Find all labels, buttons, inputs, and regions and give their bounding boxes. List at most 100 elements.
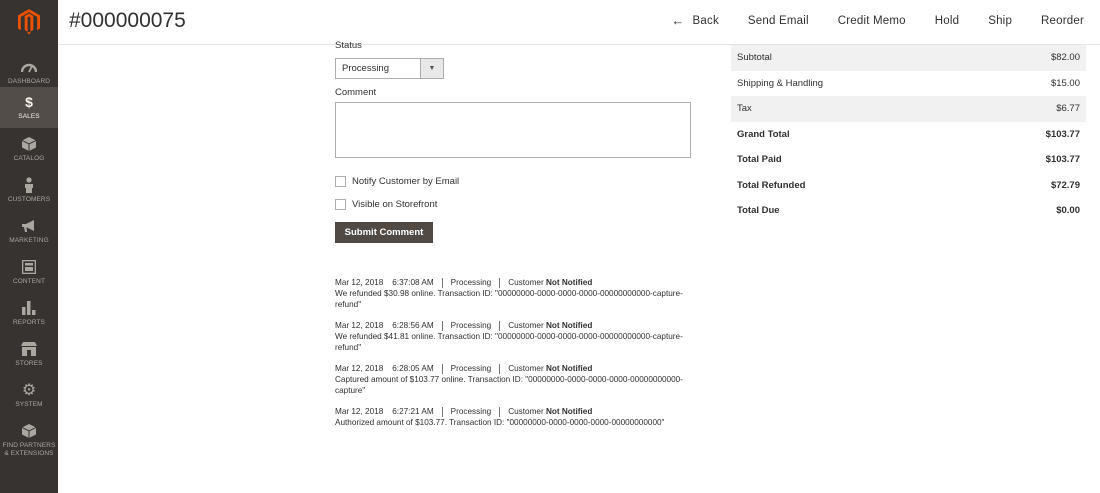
nav-catalog[interactable]: CATALOG xyxy=(0,129,58,170)
totals-value: $15.00 xyxy=(1050,77,1080,89)
comment-textarea[interactable] xyxy=(335,102,691,158)
totals-row-total-due: Total Due $0.00 xyxy=(731,198,1086,224)
totals-row-grand-total: Grand Total $103.77 xyxy=(731,122,1086,148)
notify-customer-checkbox[interactable] xyxy=(335,176,346,187)
history-customer-prefix: Customer xyxy=(508,407,544,416)
notify-customer-label: Notify Customer by Email xyxy=(352,176,460,187)
magento-logo-icon xyxy=(18,9,40,35)
admin-sidebar: DASHBOARD $ SALES CATALOG CUSTOMERS MARK… xyxy=(0,0,58,493)
nav-marketing[interactable]: MARKETING xyxy=(0,211,58,252)
dashboard-icon xyxy=(21,59,37,75)
visible-storefront-label: Visible on Storefront xyxy=(352,199,438,210)
status-label: Status xyxy=(335,40,362,51)
cube-icon xyxy=(22,423,36,439)
hold-button[interactable]: Hold xyxy=(935,13,959,28)
nav-sales[interactable]: $ SALES xyxy=(0,87,58,128)
nav-system[interactable]: ⚙ SYSTEM xyxy=(0,375,58,416)
magento-logo[interactable] xyxy=(0,0,58,44)
nav-marketing-label: MARKETING xyxy=(9,237,49,244)
bar-chart-icon xyxy=(22,300,36,316)
divider xyxy=(499,277,501,288)
ship-button[interactable]: Ship xyxy=(988,13,1012,28)
totals-row-total-refunded: Total Refunded $72.79 xyxy=(731,173,1086,199)
comment-label: Comment xyxy=(335,87,377,98)
totals-label: Grand Total xyxy=(737,128,790,140)
history-date: Mar 12, 2018 xyxy=(335,407,384,416)
history-entry: Mar 12, 2018 6:28:05 AM Processing Custo… xyxy=(335,363,695,396)
send-email-button[interactable]: Send Email xyxy=(748,13,809,28)
history-text-line1: We refunded $41.81 online. Transaction I… xyxy=(335,332,683,341)
totals-label: Total Refunded xyxy=(737,179,806,191)
totals-value: $0.00 xyxy=(1056,205,1080,217)
nav-customers[interactable]: CUSTOMERS xyxy=(0,170,58,211)
history-time: 6:28:56 AM xyxy=(392,321,434,330)
history-text-line2: refund" xyxy=(335,300,362,309)
history-status: Processing xyxy=(450,321,492,330)
notify-customer-checkbox-row[interactable]: Notify Customer by Email xyxy=(335,176,459,187)
totals-value: $103.77 xyxy=(1045,154,1080,166)
history-entry-meta: Mar 12, 2018 6:27:21 AM Processing Custo… xyxy=(335,406,695,417)
arrow-left-icon: ← xyxy=(671,13,685,28)
history-text-line1: We refunded $30.98 online. Transaction I… xyxy=(335,289,683,298)
dollar-icon: $ xyxy=(25,94,33,110)
nav-stores-label: STORES xyxy=(15,360,43,367)
back-button-label: Back xyxy=(692,14,719,27)
history-entry-meta: Mar 12, 2018 6:28:05 AM Processing Custo… xyxy=(335,363,695,374)
nav-content-label: CONTENT xyxy=(12,278,46,285)
person-icon xyxy=(24,177,34,193)
nav-reports[interactable]: REPORTS xyxy=(0,293,58,334)
totals-value: $6.77 xyxy=(1056,103,1080,115)
comment-history: Mar 12, 2018 6:37:08 AM Processing Custo… xyxy=(335,277,695,438)
history-date: Mar 12, 2018 xyxy=(335,364,384,373)
divider xyxy=(499,320,501,331)
totals-label: Subtotal xyxy=(737,52,772,64)
nav-dashboard-label: DASHBOARD xyxy=(7,78,51,85)
history-text-line1: Captured amount of $103.77 online. Trans… xyxy=(335,375,683,384)
totals-label: Total Paid xyxy=(737,154,782,166)
credit-memo-button[interactable]: Credit Memo xyxy=(838,13,906,28)
totals-row-total-paid: Total Paid $103.77 xyxy=(731,147,1086,173)
totals-label: Shipping & Handling xyxy=(737,77,824,89)
nav-sales-label: SALES xyxy=(18,113,40,120)
status-select[interactable]: Processing ▼ xyxy=(335,58,444,79)
nav-find-partners-label-1: FIND PARTNERS xyxy=(2,441,56,449)
layout-icon xyxy=(22,259,36,275)
store-icon xyxy=(21,341,37,357)
order-totals: Subtotal $82.00 Shipping & Handling $15.… xyxy=(731,45,1086,224)
history-customer-state: Not Notified xyxy=(545,364,593,373)
history-date: Mar 12, 2018 xyxy=(335,278,384,287)
history-time: 6:27:21 AM xyxy=(392,407,434,416)
history-text-line2: refund" xyxy=(335,343,362,352)
nav-find-partners-label-2: & EXTENSIONS xyxy=(4,449,54,457)
history-text-line1: Authorized amount of $103.77. Transactio… xyxy=(335,418,665,427)
reorder-button[interactable]: Reorder xyxy=(1041,13,1084,28)
history-entry: Mar 12, 2018 6:37:08 AM Processing Custo… xyxy=(335,277,695,310)
nav-system-label: SYSTEM xyxy=(15,401,43,408)
history-status: Processing xyxy=(450,278,492,287)
history-entry: Mar 12, 2018 6:28:56 AM Processing Custo… xyxy=(335,320,695,353)
totals-row-subtotal: Subtotal $82.00 xyxy=(731,45,1086,71)
nav-stores[interactable]: STORES xyxy=(0,334,58,375)
totals-label: Tax xyxy=(737,103,752,115)
nav-reports-label: REPORTS xyxy=(12,319,45,326)
nav-content[interactable]: CONTENT xyxy=(0,252,58,293)
history-text-line2: capture" xyxy=(335,386,366,395)
visible-storefront-checkbox[interactable] xyxy=(335,199,346,210)
nav-catalog-label: CATALOG xyxy=(13,155,45,162)
totals-row-tax: Tax $6.77 xyxy=(731,96,1086,122)
divider xyxy=(441,363,443,374)
divider xyxy=(499,406,501,417)
divider xyxy=(441,277,443,288)
submit-comment-button[interactable]: Submit Comment xyxy=(335,222,433,243)
nav-customers-label: CUSTOMERS xyxy=(7,196,51,203)
back-button[interactable]: ← Back xyxy=(671,13,719,28)
chevron-down-icon: ▼ xyxy=(420,59,443,78)
history-customer-state: Not Notified xyxy=(545,321,593,330)
history-customer-prefix: Customer xyxy=(508,364,544,373)
visible-storefront-checkbox-row[interactable]: Visible on Storefront xyxy=(335,199,437,210)
page-header: #000000075 ← Back Send Email Credit Memo… xyxy=(58,0,1100,45)
nav-find-partners[interactable]: FIND PARTNERS & EXTENSIONS xyxy=(0,414,58,466)
history-status: Processing xyxy=(450,364,492,373)
totals-value: $103.77 xyxy=(1045,128,1080,140)
history-time: 6:28:05 AM xyxy=(392,364,434,373)
